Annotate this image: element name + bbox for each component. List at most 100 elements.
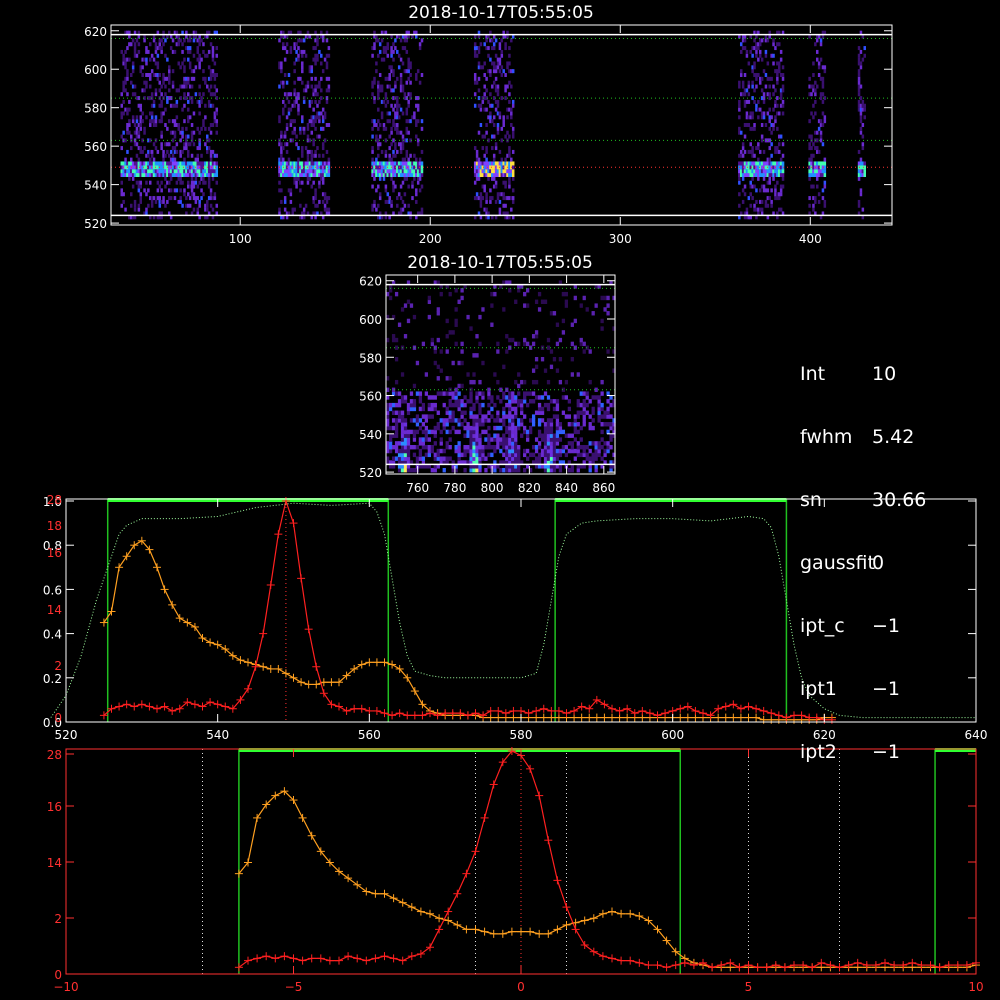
heatmap-pixel xyxy=(567,399,571,404)
heatmap-pixel xyxy=(394,391,399,396)
heatmap-pixel xyxy=(190,99,194,104)
heatmap-pixel xyxy=(755,84,758,89)
heatmap-pixel xyxy=(409,65,412,70)
heatmap-pixel xyxy=(543,422,548,427)
heatmap-pixel xyxy=(316,92,319,97)
heatmap-pixel xyxy=(546,456,551,461)
heatmap-pixel xyxy=(310,65,314,70)
heatmap-pixel xyxy=(511,395,515,400)
heatmap-pixel xyxy=(502,418,506,423)
x-tick-label: 580 xyxy=(510,728,533,742)
heatmap-pixel xyxy=(424,425,429,431)
heatmap-pixel xyxy=(407,57,410,62)
heatmap-pixel xyxy=(738,176,741,181)
heatmap-pixel xyxy=(555,399,560,404)
heatmap-pixel xyxy=(555,406,560,412)
heatmap-pixel xyxy=(808,196,811,201)
heatmap-pixel xyxy=(810,111,813,116)
heatmap-pixel xyxy=(502,406,506,412)
heatmap-pixel xyxy=(739,73,743,77)
heatmap-pixel xyxy=(384,153,388,158)
heatmap-pixel xyxy=(502,441,506,446)
heatmap-pixel xyxy=(392,42,395,47)
info-row-int: Int 10 xyxy=(800,363,897,385)
heatmap-pixel xyxy=(485,196,488,201)
heatmap-pixel xyxy=(282,111,285,116)
heatmap-pixel xyxy=(546,452,551,458)
heatmap-pixel xyxy=(520,433,524,438)
heatmap-pixel xyxy=(380,38,384,43)
heatmap-pixel xyxy=(487,402,491,408)
heatmap-pixel xyxy=(158,196,162,201)
heatmap-pixel xyxy=(181,203,184,208)
heatmap-pixel xyxy=(500,96,504,101)
heatmap-pixel xyxy=(211,103,215,108)
heatmap-pixel xyxy=(558,337,563,343)
heatmap-pixel xyxy=(460,295,464,301)
heatmap-pixel xyxy=(280,199,283,204)
heatmap-pixel xyxy=(416,119,420,124)
heatmap-pixel xyxy=(396,49,399,54)
heatmap-pixel xyxy=(406,402,411,408)
x-tick-label: 840 xyxy=(555,481,578,495)
heatmap-pixel xyxy=(751,196,754,201)
heatmap-pixel xyxy=(122,199,125,204)
heatmap-pixel xyxy=(561,318,566,324)
heatmap-pixel xyxy=(439,418,443,423)
heatmap-pixel xyxy=(156,61,160,66)
heatmap-pixel xyxy=(469,452,473,458)
heatmap-pixel xyxy=(603,307,607,312)
heatmap-pixel xyxy=(774,88,777,93)
heatmap-pixel xyxy=(396,96,399,101)
heatmap-pixel xyxy=(420,169,424,174)
heatmap-pixel xyxy=(427,299,431,304)
heatmap-pixel xyxy=(481,422,485,427)
heatmap-pixel xyxy=(287,73,291,77)
heatmap-pixel xyxy=(403,452,408,458)
heatmap-pixel xyxy=(597,414,601,419)
heatmap-pixel xyxy=(457,406,461,412)
heatmap-pixel xyxy=(477,176,481,181)
heatmap-pixel xyxy=(582,422,586,427)
heatmap-pixel xyxy=(120,203,124,208)
heatmap-pixel xyxy=(149,73,152,77)
heatmap-top-panel: 100 200 300 400520540560580600620 2018-10-1… xyxy=(84,3,893,246)
heatmap-pixel xyxy=(124,88,127,93)
heatmap-pixel xyxy=(815,138,819,143)
heatmap-pixel xyxy=(514,414,518,419)
heatmap-pixel xyxy=(526,456,530,461)
heatmap-pixel xyxy=(747,123,751,127)
heatmap-pixel xyxy=(145,46,148,51)
heatmap-pixel xyxy=(406,456,411,461)
heatmap-pixel xyxy=(738,80,741,85)
heatmap-pixel xyxy=(171,38,175,43)
heatmap-pixel xyxy=(779,49,783,54)
heatmap-pixel xyxy=(606,448,610,454)
heatmap-pixel xyxy=(597,402,601,408)
heatmap-pixel xyxy=(388,84,391,89)
heatmap-pixel xyxy=(561,448,566,454)
heatmap-pixel xyxy=(481,429,485,435)
heatmap-pixel xyxy=(483,184,486,189)
heatmap-pixel xyxy=(469,429,473,435)
heatmap-pixel xyxy=(289,199,293,204)
heatmap-pixel xyxy=(145,80,148,85)
heatmap-pixel xyxy=(409,119,412,124)
heatmap-pixel xyxy=(207,49,211,54)
heatmap-pixel xyxy=(760,123,764,127)
heatmap-pixel xyxy=(392,188,395,193)
heatmap-pixel xyxy=(120,188,124,193)
heatmap-pixel xyxy=(194,65,198,70)
heatmap-pixel xyxy=(491,38,494,43)
heatmap-pixel xyxy=(552,399,557,404)
heatmap-pixel xyxy=(567,433,571,438)
heatmap-pixel xyxy=(475,448,479,454)
heatmap-pixel xyxy=(594,445,598,450)
heatmap-pixel xyxy=(478,448,482,454)
heatmap-pixel xyxy=(314,46,317,51)
heatmap-pixel xyxy=(485,130,488,135)
heatmap-pixel xyxy=(181,107,184,112)
heatmap-pixel xyxy=(306,180,310,185)
heatmap-pixel xyxy=(152,142,156,147)
heatmap-pixel xyxy=(552,445,557,450)
